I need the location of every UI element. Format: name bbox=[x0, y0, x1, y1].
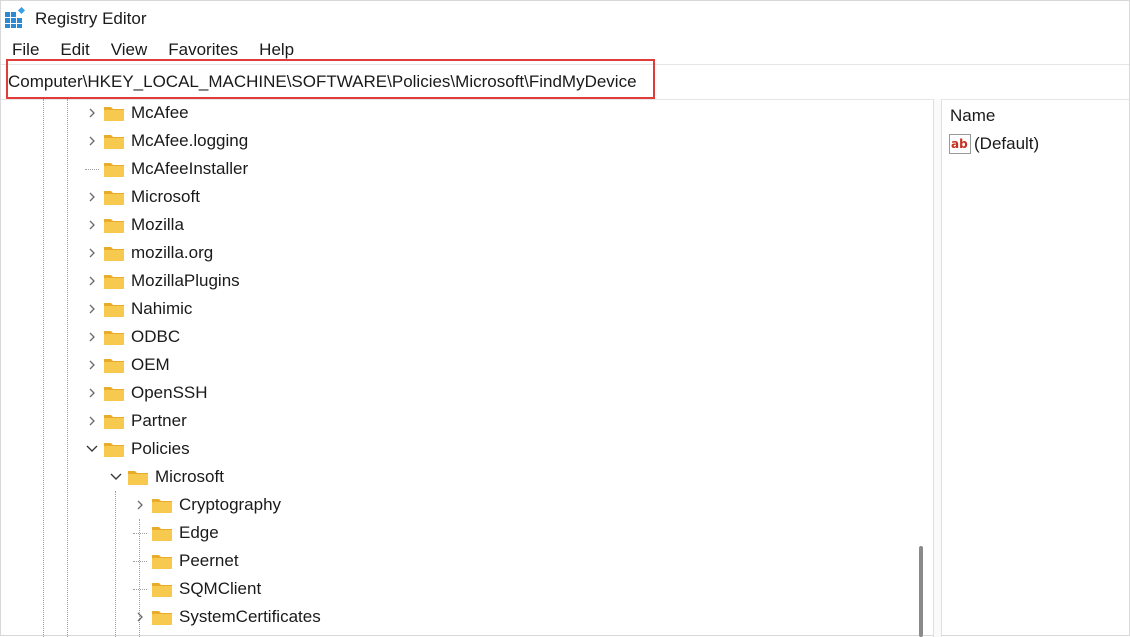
tree-item-label: OpenSSH bbox=[131, 383, 208, 402]
folder-icon bbox=[151, 608, 173, 626]
tree-item[interactable]: Edge bbox=[131, 519, 219, 547]
tree-item[interactable]: McAfee bbox=[83, 99, 189, 127]
expand-chevron-icon[interactable] bbox=[83, 356, 101, 374]
expand-chevron-icon[interactable] bbox=[83, 132, 101, 150]
tree-item[interactable]: Microsoft bbox=[107, 463, 224, 491]
address-path[interactable]: Computer\HKEY_LOCAL_MACHINE\SOFTWARE\Pol… bbox=[8, 72, 637, 92]
folder-icon bbox=[151, 552, 173, 570]
folder-icon bbox=[103, 412, 125, 430]
tree-item-label: ODBC bbox=[131, 327, 181, 346]
collapse-chevron-icon[interactable] bbox=[107, 468, 125, 486]
collapse-chevron-icon[interactable] bbox=[83, 440, 101, 458]
tree-item-label: Microsoft bbox=[155, 467, 224, 486]
tree-item-label: OEM bbox=[131, 355, 170, 374]
tree-guide-line bbox=[67, 99, 68, 637]
tree-item[interactable]: SystemCertificates bbox=[131, 603, 321, 631]
tree-guide-line bbox=[115, 491, 116, 637]
tree-item-label: Nahimic bbox=[131, 299, 193, 318]
folder-icon bbox=[103, 300, 125, 318]
expand-chevron-icon[interactable] bbox=[83, 244, 101, 262]
folder-icon bbox=[151, 580, 173, 598]
tree-item-label: Policies bbox=[131, 439, 190, 458]
expand-chevron-icon[interactable] bbox=[83, 384, 101, 402]
tree-connector bbox=[133, 588, 147, 590]
folder-icon bbox=[103, 384, 125, 402]
folder-icon bbox=[103, 132, 125, 150]
menu-help[interactable]: Help bbox=[259, 39, 294, 63]
menu-file[interactable]: File bbox=[12, 39, 39, 63]
tree-connector bbox=[133, 560, 147, 562]
tree-item[interactable]: Peernet bbox=[131, 547, 239, 575]
tree-item[interactable]: SQMClient bbox=[131, 575, 261, 603]
tree-item[interactable]: MozillaPlugins bbox=[83, 267, 240, 295]
expand-chevron-icon[interactable] bbox=[83, 300, 101, 318]
tree-item[interactable]: Policies bbox=[83, 435, 190, 463]
folder-icon bbox=[103, 356, 125, 374]
tree-item[interactable]: OpenSSH bbox=[83, 379, 208, 407]
menu-bar: File Edit View Favorites Help bbox=[1, 39, 1129, 63]
expand-chevron-icon[interactable] bbox=[83, 412, 101, 430]
tree-item-label: Cryptography bbox=[179, 495, 282, 514]
tree-item-label: SystemCertificates bbox=[179, 607, 321, 626]
menu-view[interactable]: View bbox=[111, 39, 148, 63]
expand-chevron-icon[interactable] bbox=[83, 328, 101, 346]
tree-item[interactable]: mozilla.org bbox=[83, 239, 213, 267]
expand-chevron-icon[interactable] bbox=[83, 272, 101, 290]
folder-icon bbox=[103, 160, 125, 178]
expand-chevron-icon[interactable] bbox=[83, 104, 101, 122]
tree-item-label: SQMClient bbox=[179, 579, 262, 598]
title-bar: Registry Editor bbox=[1, 1, 1129, 37]
folder-icon bbox=[103, 272, 125, 290]
string-value-icon: ab bbox=[948, 133, 972, 155]
tree-item[interactable]: McAfeeInstaller bbox=[83, 155, 248, 183]
tree-item[interactable]: ODBC bbox=[83, 323, 180, 351]
tree-connector bbox=[85, 168, 99, 170]
expand-chevron-icon[interactable] bbox=[131, 496, 149, 514]
registry-key-tree[interactable]: McAfee McAfee.logging McAfeeInstaller Micro… bbox=[1, 99, 933, 637]
tree-item[interactable]: Microsoft bbox=[83, 183, 200, 211]
window-title: Registry Editor bbox=[35, 9, 147, 28]
tree-scrollbar-thumb[interactable] bbox=[919, 546, 923, 637]
tree-item[interactable]: OEM bbox=[83, 351, 170, 379]
value-row[interactable]: ab (Default) bbox=[948, 133, 1039, 155]
tree-item-label: MozillaPlugins bbox=[131, 271, 240, 290]
folder-icon bbox=[103, 188, 125, 206]
tree-item-label: McAfeeInstaller bbox=[131, 159, 249, 178]
tree-item[interactable]: Cryptography bbox=[131, 491, 281, 519]
tree-item[interactable]: Nahimic bbox=[83, 295, 192, 323]
tree-item-label: Microsoft bbox=[131, 187, 200, 206]
tree-item-label: Mozilla bbox=[131, 215, 184, 234]
folder-icon bbox=[103, 328, 125, 346]
tree-item-label: McAfee bbox=[131, 103, 189, 122]
expand-chevron-icon[interactable] bbox=[83, 216, 101, 234]
folder-icon bbox=[103, 216, 125, 234]
folder-icon bbox=[103, 104, 125, 122]
menu-edit[interactable]: Edit bbox=[60, 39, 89, 63]
folder-icon bbox=[103, 244, 125, 262]
registry-editor-icon bbox=[4, 6, 26, 29]
expand-chevron-icon[interactable] bbox=[83, 188, 101, 206]
value-name: (Default) bbox=[974, 134, 1040, 153]
folder-icon bbox=[151, 496, 173, 514]
tree-item-label: mozilla.org bbox=[131, 243, 214, 262]
expand-chevron-icon[interactable] bbox=[131, 608, 149, 626]
values-pane: Name ab (Default) bbox=[941, 99, 1130, 637]
tree-connector bbox=[133, 532, 147, 534]
tree-item-label: Edge bbox=[179, 523, 219, 542]
menu-favorites[interactable]: Favorites bbox=[168, 39, 238, 63]
address-bar[interactable]: Computer\HKEY_LOCAL_MACHINE\SOFTWARE\Pol… bbox=[1, 64, 1129, 100]
folder-icon bbox=[103, 440, 125, 458]
svg-text:ab: ab bbox=[951, 137, 968, 151]
tree-item-label: Peernet bbox=[179, 551, 239, 570]
name-column-header[interactable]: Name bbox=[950, 106, 995, 126]
tree-guide-line bbox=[43, 99, 44, 637]
tree-item-label: Partner bbox=[131, 411, 187, 430]
tree-item[interactable]: Mozilla bbox=[83, 211, 184, 239]
tree-item-label: McAfee.logging bbox=[131, 131, 249, 150]
folder-icon bbox=[127, 468, 149, 486]
tree-item[interactable]: McAfee.logging bbox=[83, 127, 248, 155]
tree-item[interactable]: Partner bbox=[83, 407, 187, 435]
folder-icon bbox=[151, 524, 173, 542]
